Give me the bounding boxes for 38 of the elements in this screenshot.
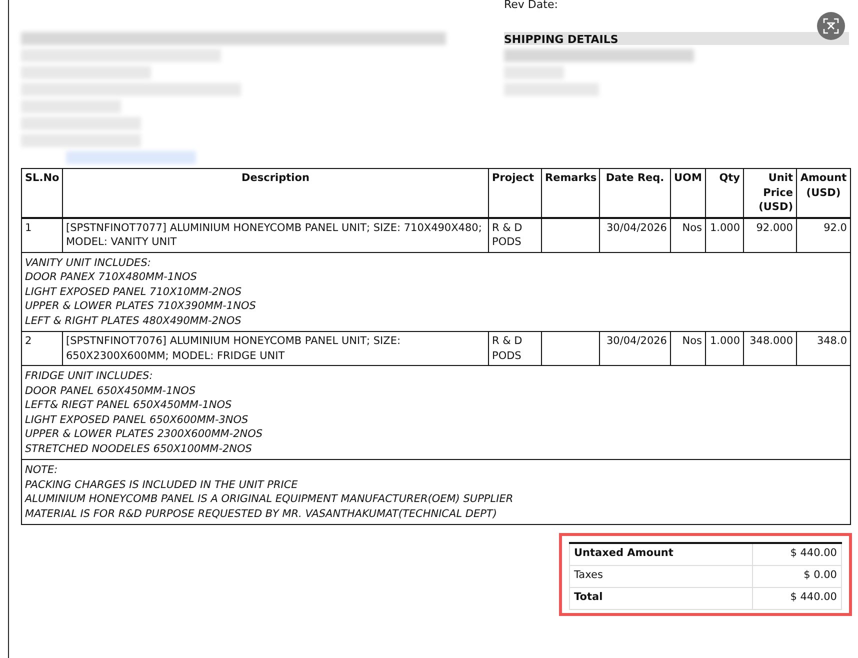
shipping-heading: SHIPPING DETAILS (504, 32, 849, 45)
total-value: $ 440.00 (752, 588, 842, 610)
table-cell: R & D PODS (488, 332, 542, 366)
text-scan-icon (823, 18, 839, 34)
total-label: Untaxed Amount (570, 543, 752, 566)
rev-date-label: Rev Date: (504, 0, 559, 11)
note-cell: FRIDGE UNIT INCLUDES: DOOR PANEL 650X450MM-1NOS LEFT& RIEGT PANEL 650X450MM-1NOS LIGHT EXPOSED PANEL 650X600MM-3NOS UPPER & LOWER PLATES 2300X600MM-2NOS STRETCHED NOODELES 650X100MM-2NOS (22, 366, 850, 460)
column-header: UOM (670, 168, 706, 218)
column-header: Project (488, 168, 542, 218)
note-cell: VANITY UNIT INCLUDES: DOOR PANEX 710X480MM-1NOS LIGHT EXPOSED PANEL 710X10MM-2NOS UPPER & LOWER PLATES 710X390MM-1NOS LEFT & RIGHT PLATES 480X490MM-2NOS (22, 252, 850, 332)
table-cell: 92.000 (744, 218, 796, 252)
column-header: Remarks (542, 168, 600, 218)
total-label: Total (570, 588, 752, 610)
total-label: Taxes (570, 566, 752, 588)
table-cell: [SPSTNFINOT7077] ALUMINIUM HONEYCOMB PANEL UNIT; SIZE: 710X490X480; MODEL: VANITY UNIT (62, 218, 488, 252)
scan-text-button[interactable] (817, 12, 845, 40)
total-value: $ 440.00 (752, 543, 842, 566)
table-cell: Nos (670, 332, 706, 366)
column-header: Qty (706, 168, 744, 218)
note-cell: NOTE: PACKING CHARGES IS INCLUDED IN THE UNIT PRICE ALUMINIUM HONEYCOMB PANEL IS A ORIGINAL EQUIPMENT MANUFACTURER(OEM) SUPPLIER MATERIAL IS FOR R&D PURPOSE REQUESTED BY MR. VASANTHAKUMAT(TECHNICAL DEPT) (22, 460, 850, 524)
table-cell: 348.0 (796, 332, 850, 366)
table-cell: 348.000 (744, 332, 796, 366)
table-cell: R & D PODS (488, 218, 542, 252)
total-value: $ 0.00 (752, 566, 842, 588)
table-cell: 30/04/2026 (600, 332, 670, 366)
table-cell: 30/04/2026 (600, 218, 670, 252)
table-cell: Nos (670, 218, 706, 252)
table-cell: 92.0 (796, 218, 850, 252)
table-cell: 1.000 (706, 332, 744, 366)
table-cell: 2 (22, 332, 62, 366)
column-header: Description (62, 168, 488, 218)
column-header: Date Req. (600, 168, 670, 218)
table-cell: [SPSTNFINOT7076] ALUMINIUM HONEYCOMB PANEL UNIT; SIZE: 650X2300X600MM; MODEL: FRIDGE UNIT (62, 332, 488, 366)
column-header: Unit Price (USD) (744, 168, 796, 218)
table-cell: 1 (22, 218, 62, 252)
table-cell: 1.000 (706, 218, 744, 252)
column-header: SL.No (22, 168, 62, 218)
column-header: Amount (USD) (796, 168, 850, 218)
